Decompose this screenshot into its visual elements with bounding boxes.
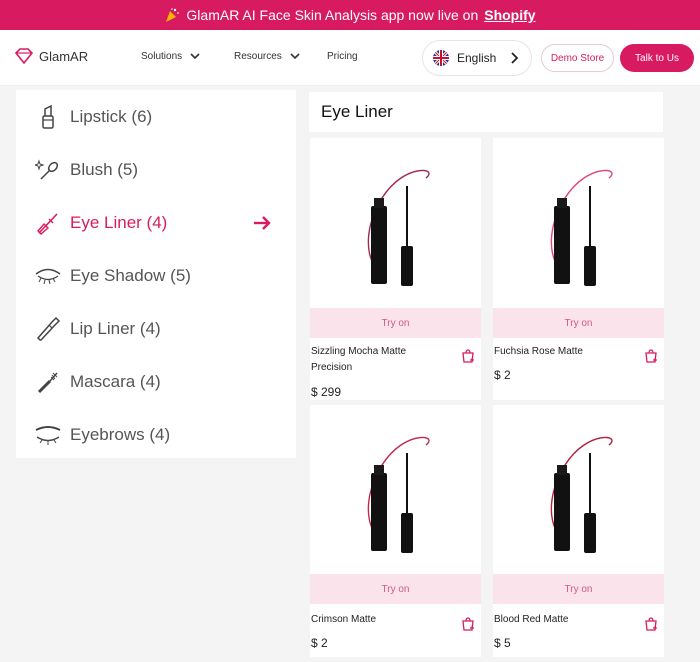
nav-resources[interactable]: Resources — [234, 51, 300, 62]
nav-resources-label: Resources — [234, 51, 282, 62]
blush-brush-icon — [33, 155, 63, 185]
announcement-banner: GlamAR AI Face Skin Analysis app now liv… — [0, 0, 700, 30]
product-image[interactable] — [310, 138, 481, 308]
top-navigation: GlamAR Solutions Resources Pricing Engli… — [0, 30, 700, 86]
eyeliner-product-image — [550, 169, 613, 286]
chevron-right-icon — [511, 52, 519, 64]
category-eye-shadow[interactable]: Eye Shadow (5) — [16, 249, 296, 302]
nav-solutions[interactable]: Solutions — [141, 51, 200, 62]
eyeliner-product-image — [550, 436, 613, 553]
product-image[interactable] — [310, 405, 481, 575]
glamar-logo[interactable]: GlamAR — [14, 48, 88, 64]
page-title: Eye Liner — [309, 92, 663, 132]
try-on-button[interactable]: Try on — [310, 574, 481, 604]
category-blush[interactable]: Blush (5) — [16, 143, 296, 196]
party-popper-icon — [166, 8, 180, 22]
language-label: English — [457, 51, 497, 65]
mascara-icon — [33, 367, 63, 397]
product-image[interactable] — [493, 405, 664, 575]
category-eye-liner[interactable]: Eye Liner (4) — [16, 196, 296, 249]
banner-text: GlamAR AI Face Skin Analysis app now liv… — [186, 7, 479, 23]
category-lipstick[interactable]: Lipstick (6) — [16, 90, 296, 143]
logo-text: GlamAR — [39, 48, 89, 64]
product-card[interactable]: Try on Blood Red Matte $ 5 — [493, 405, 664, 657]
category-label: Eye Shadow (5) — [70, 265, 191, 285]
product-price: $ 5 — [494, 636, 511, 650]
uk-flag-icon — [433, 50, 449, 66]
demo-store-button[interactable]: Demo Store — [541, 44, 614, 72]
add-to-cart-icon[interactable] — [460, 348, 476, 364]
category-label: Blush (5) — [70, 159, 139, 179]
shopify-link[interactable]: Shopify — [484, 7, 535, 23]
product-card[interactable]: Try on Crimson Matte $ 2 — [310, 405, 481, 657]
talk-to-us-button[interactable]: Talk to Us — [620, 44, 694, 72]
category-label: Mascara (4) — [70, 371, 161, 391]
eyebrow-icon — [33, 420, 63, 450]
product-name[interactable]: Crimson Matte — [311, 612, 441, 628]
eyeliner-icon — [33, 208, 63, 238]
chevron-down-icon — [190, 53, 200, 60]
category-sidebar: Lipstick (6) Blush (5) Eye Liner (4) Eye… — [16, 90, 296, 458]
diamond-logo-icon — [14, 48, 34, 64]
nav-pricing[interactable]: Pricing — [327, 51, 358, 62]
eyeliner-product-image — [367, 169, 430, 286]
product-price: $ 2 — [494, 368, 511, 382]
product-price: $ 299 — [311, 385, 342, 399]
category-lip-liner[interactable]: Lip Liner (4) — [16, 302, 296, 355]
lipstick-icon — [33, 102, 63, 132]
try-on-button[interactable]: Try on — [493, 308, 664, 338]
eye-shadow-icon — [33, 261, 63, 291]
add-to-cart-icon[interactable] — [460, 616, 476, 632]
product-name[interactable]: Fuchsia Rose Matte — [494, 344, 624, 360]
category-label: Lipstick (6) — [70, 106, 153, 126]
product-name[interactable]: Blood Red Matte — [494, 612, 624, 628]
try-on-button[interactable]: Try on — [310, 308, 481, 338]
product-price: $ 2 — [311, 636, 328, 650]
lip-liner-icon — [33, 314, 63, 344]
product-card[interactable]: Try on Sizzling Mocha Matte Precision $ … — [310, 138, 481, 400]
add-to-cart-icon[interactable] — [643, 348, 659, 364]
try-on-button[interactable]: Try on — [493, 574, 664, 604]
language-selector[interactable]: English — [422, 40, 532, 76]
add-to-cart-icon[interactable] — [643, 616, 659, 632]
category-eyebrows[interactable]: Eyebrows (4) — [16, 408, 296, 461]
eyeliner-product-image — [367, 436, 430, 553]
category-label: Eye Liner (4) — [70, 212, 168, 232]
product-name[interactable]: Sizzling Mocha Matte Precision — [311, 344, 441, 376]
category-label: Eyebrows (4) — [70, 424, 171, 444]
chevron-down-icon — [290, 53, 300, 60]
category-mascara[interactable]: Mascara (4) — [16, 355, 296, 408]
product-image[interactable] — [493, 138, 664, 308]
category-label: Lip Liner (4) — [70, 318, 161, 338]
arrow-right-icon — [254, 215, 271, 230]
nav-solutions-label: Solutions — [141, 51, 183, 62]
product-card[interactable]: Try on Fuchsia Rose Matte $ 2 — [493, 138, 664, 400]
nav-pricing-label: Pricing — [327, 51, 358, 62]
